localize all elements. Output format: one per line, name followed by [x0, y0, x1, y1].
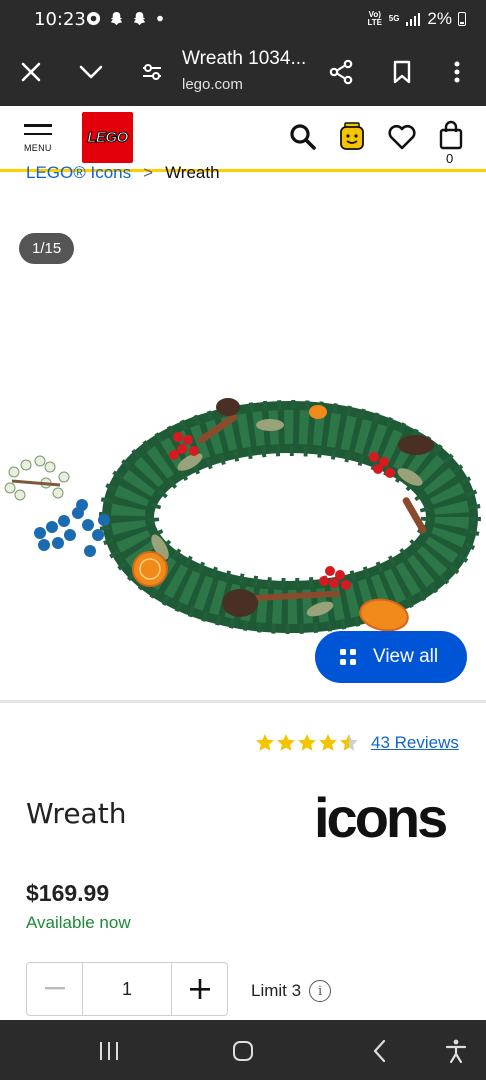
icons-brand-logo[interactable]: icons: [314, 787, 464, 847]
breadcrumb-current: Wreath: [165, 163, 220, 181]
network-5g-indicator: 5G: [388, 14, 400, 23]
vip-minifig-icon[interactable]: [337, 122, 367, 152]
chevron-down-icon: [79, 65, 103, 79]
star-full-icon: [277, 734, 295, 751]
bookmark-icon: [393, 60, 411, 84]
grid-icon: [340, 649, 356, 665]
view-all-button[interactable]: View all: [315, 631, 467, 683]
breadcrumb-parent-link[interactable]: LEGO® Icons: [26, 163, 131, 181]
quantity-stepper: 1: [26, 962, 228, 1016]
more-notifications-dot-icon: [156, 15, 163, 21]
lego-logo[interactable]: LEGO: [82, 112, 133, 163]
lego-logo-text: LEGO: [87, 129, 129, 147]
status-right: Vo) LTE 5G 2%: [367, 9, 466, 29]
minus-icon: [44, 987, 65, 990]
more-options-button[interactable]: [437, 52, 477, 92]
menu-button[interactable]: MENU: [24, 124, 58, 153]
notification-icons: [86, 9, 164, 26]
close-icon: [21, 62, 41, 82]
search-icon[interactable]: [288, 122, 318, 152]
decrease-quantity-button[interactable]: [27, 963, 82, 1015]
volte-indicator: Vo) LTE: [367, 10, 382, 27]
close-tab-button[interactable]: [11, 52, 51, 92]
accessibility-icon[interactable]: [443, 1038, 469, 1064]
battery-percent: 2%: [427, 9, 452, 28]
signal-icon: [406, 13, 421, 26]
wishlist-heart-icon[interactable]: [387, 122, 417, 152]
section-divider: [0, 700, 486, 703]
product-price: $169.99: [26, 880, 110, 906]
snapchat-icon: [134, 11, 146, 25]
purchase-limit: Limit 3 i: [251, 980, 332, 1002]
tune-icon: [143, 64, 161, 80]
page-domain[interactable]: lego.com: [182, 76, 243, 93]
star-full-icon: [319, 734, 337, 751]
page-title[interactable]: Wreath 1034...: [182, 48, 306, 70]
battery-icon: [458, 12, 466, 26]
product-gallery[interactable]: 1/15 View all: [0, 185, 486, 700]
info-icon[interactable]: i: [309, 980, 332, 1002]
plus-icon: [189, 979, 210, 999]
browser-toolbar: Wreath 1034... lego.com: [0, 38, 486, 106]
breadcrumb: LEGO® Icons > Wreath: [26, 163, 220, 181]
rating-row: 43 Reviews: [255, 733, 459, 753]
status-bar: 10:23 Vo) LTE 5G 2%: [0, 0, 486, 38]
star-full-icon: [298, 734, 316, 751]
star-full-icon: [256, 734, 274, 751]
back-icon[interactable]: [367, 1038, 393, 1064]
more-vertical-icon: [454, 61, 460, 83]
shopping-bag-icon[interactable]: [436, 120, 466, 150]
menu-label: MENU: [24, 143, 52, 153]
share-icon: [329, 59, 353, 85]
recent-apps-icon[interactable]: [96, 1038, 122, 1064]
reviews-link[interactable]: 43 Reviews: [371, 733, 459, 753]
icons-brand-logo-text: icons: [314, 787, 446, 847]
chrome-icon: [86, 11, 101, 25]
image-counter: 1/15: [19, 233, 75, 264]
menu-bar: [24, 124, 52, 127]
site-settings-button[interactable]: [132, 52, 172, 92]
menu-bar: [24, 132, 52, 135]
breadcrumb-separator: >: [143, 163, 154, 181]
limit-label: Limit 3: [251, 981, 302, 1000]
home-icon[interactable]: [230, 1038, 256, 1064]
star-half-icon: [340, 734, 358, 751]
snapchat-icon: [111, 11, 123, 25]
system-nav-bar: [0, 1020, 486, 1080]
bookmark-button[interactable]: [382, 52, 422, 92]
status-time: 10:23: [34, 9, 86, 30]
share-button[interactable]: [321, 52, 361, 92]
cart-count: 0: [446, 151, 454, 166]
star-rating: [255, 733, 359, 753]
minimize-button[interactable]: [71, 52, 111, 92]
availability-status: Available now: [26, 913, 131, 932]
product-name: Wreath: [26, 797, 127, 830]
view-all-label: View all: [373, 646, 439, 667]
quantity-input[interactable]: 1: [82, 963, 172, 1015]
increase-quantity-button[interactable]: [172, 963, 227, 1015]
